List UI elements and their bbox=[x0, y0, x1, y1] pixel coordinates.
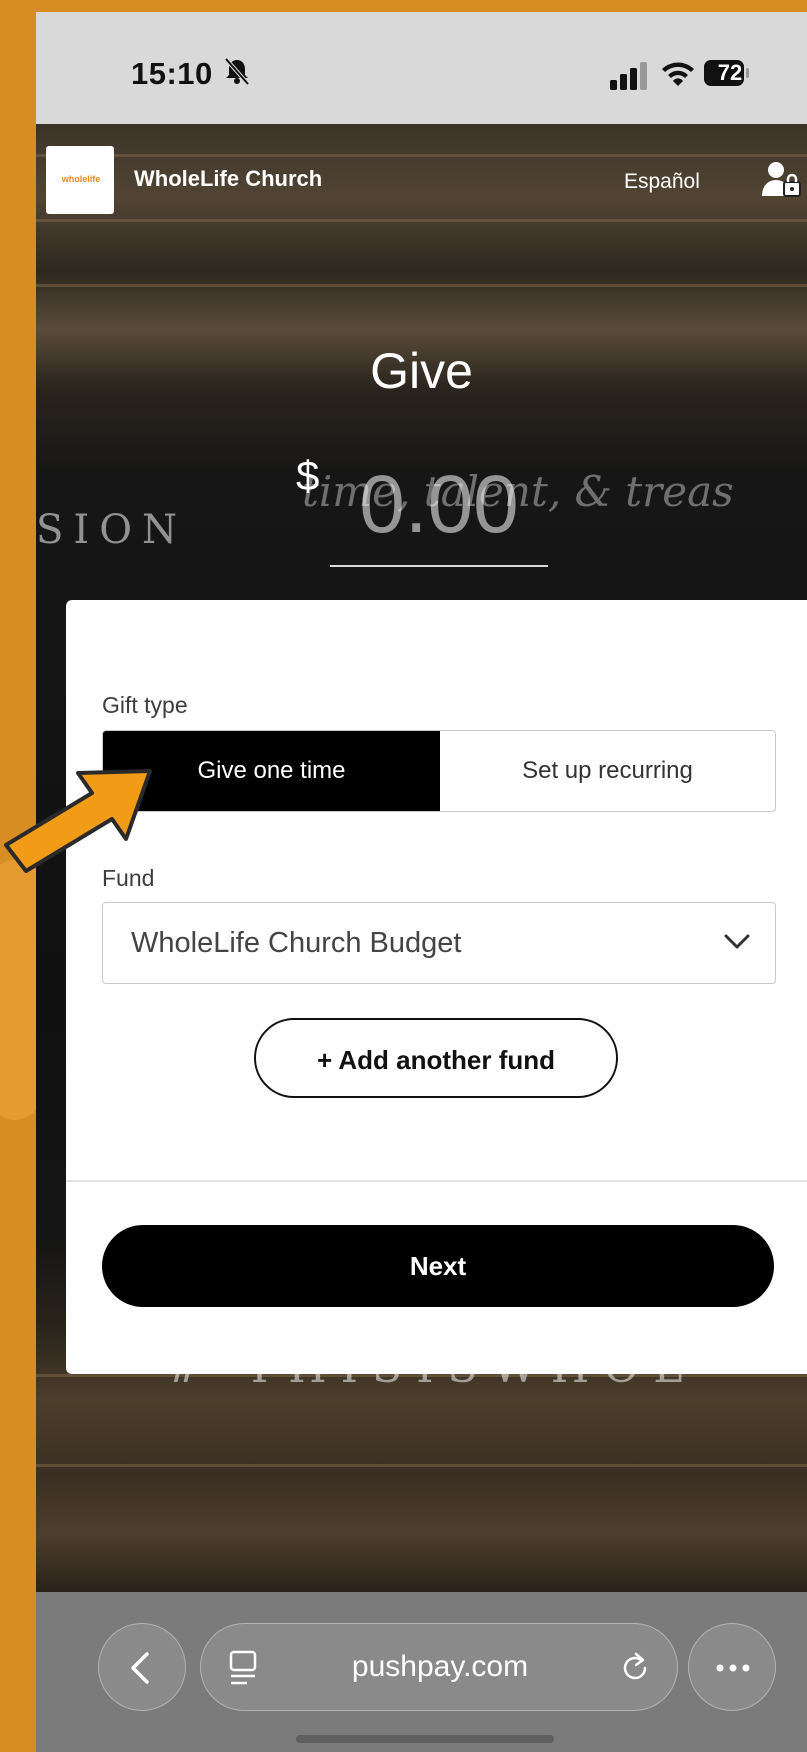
amount-input[interactable]: 0.00 bbox=[330, 464, 548, 546]
church-name: WholeLife Church bbox=[134, 166, 323, 191]
set-up-recurring-option[interactable]: Set up recurring bbox=[440, 731, 775, 811]
bell-muted-icon bbox=[224, 57, 250, 86]
wood-grain bbox=[36, 1464, 807, 1467]
next-button[interactable]: Next bbox=[102, 1225, 774, 1307]
status-time: 15:10 bbox=[131, 56, 213, 91]
logo-text: wholelife bbox=[61, 174, 101, 184]
church-logo[interactable]: wholelife bbox=[46, 146, 114, 214]
amount-underline bbox=[330, 565, 548, 567]
back-button[interactable] bbox=[98, 1623, 186, 1711]
wood-grain bbox=[36, 284, 807, 287]
reload-icon[interactable] bbox=[617, 1648, 653, 1686]
wood-grain bbox=[36, 154, 807, 157]
currency-symbol: $ bbox=[296, 452, 320, 499]
chevron-down-icon bbox=[724, 934, 750, 949]
gift-type-toggle: Give one time Set up recurring bbox=[102, 730, 776, 812]
page-title: Give bbox=[370, 343, 473, 399]
url-text: pushpay.com bbox=[351, 1650, 529, 1683]
signal-icon bbox=[610, 62, 647, 90]
more-options-button[interactable] bbox=[688, 1623, 776, 1711]
status-bar: 15:10 72 bbox=[36, 12, 807, 124]
ellipsis-icon bbox=[716, 1664, 750, 1672]
add-another-fund-button[interactable]: + Add another fund bbox=[254, 1018, 618, 1098]
wifi-icon bbox=[662, 62, 694, 86]
fund-selected-value: WholeLife Church Budget bbox=[131, 927, 462, 959]
phone-screen: 15:10 72 SION time, talent, & treas whol… bbox=[36, 12, 807, 1752]
chalkboard-text: SION bbox=[36, 507, 187, 553]
battery-level: 72 bbox=[717, 60, 743, 85]
account-lock-icon[interactable] bbox=[762, 160, 802, 198]
divider bbox=[66, 1180, 807, 1182]
chevron-left-icon bbox=[131, 1652, 149, 1684]
pointer-arrow-icon bbox=[4, 769, 152, 873]
gift-type-label: Gift type bbox=[102, 692, 188, 718]
address-bar[interactable]: pushpay.com bbox=[200, 1623, 678, 1711]
wood-grain bbox=[36, 219, 807, 222]
language-link[interactable]: Español bbox=[624, 170, 700, 194]
home-indicator bbox=[296, 1735, 554, 1743]
fund-select[interactable]: WholeLife Church Budget bbox=[102, 902, 776, 984]
